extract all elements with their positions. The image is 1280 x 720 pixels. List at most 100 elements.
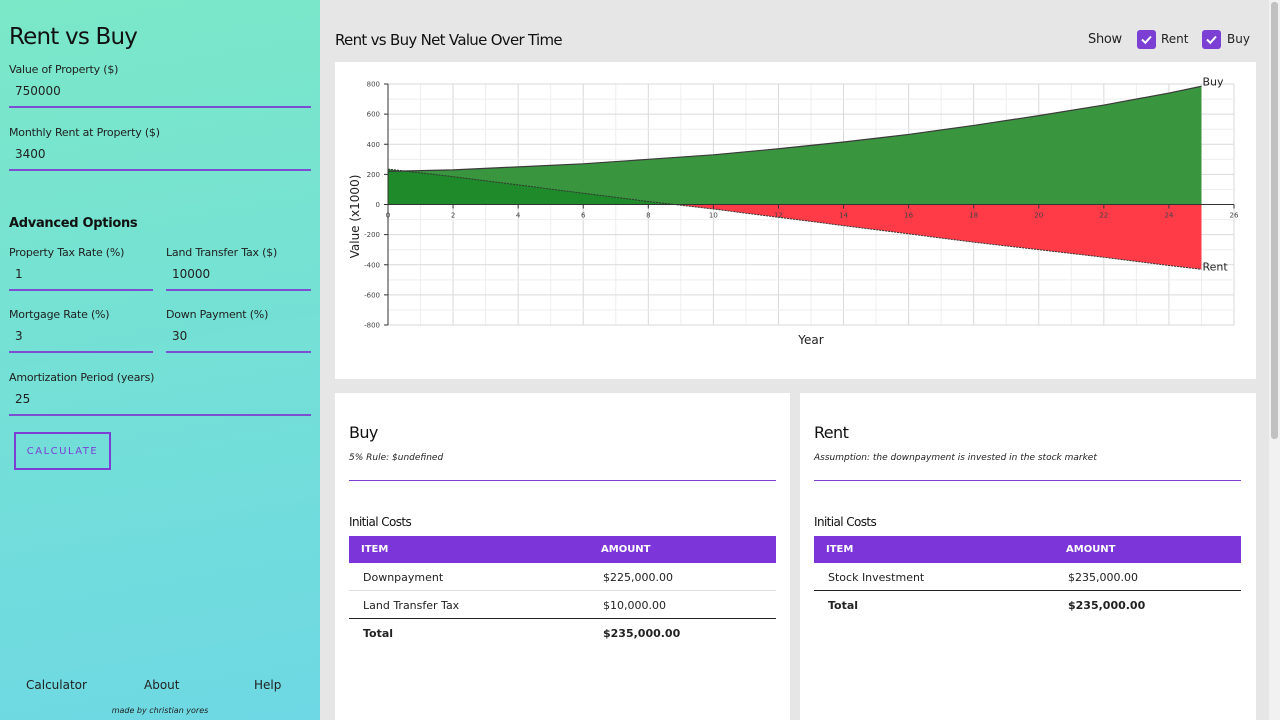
x-tick-label: 24 [1164,212,1173,220]
x-tick-label: 22 [1099,212,1108,220]
net-value-chart: 0 2 4 6 8 10 12 14 16 18 20 22 24 268006004002000-200… [348,75,1239,347]
buy-checkbox-label: Buy [1227,32,1250,46]
land-transfer-label: Land Transfer Tax ($) [166,246,278,259]
nav-help[interactable]: Help [254,678,281,692]
mortgage-rate-input[interactable] [9,329,153,353]
x-tick-label: 8 [646,212,650,220]
x-tick-label: 6 [581,212,586,220]
row-item: Land Transfer Tax [363,599,460,612]
buy-panel-subtitle: 5% Rule: $undefined [349,453,444,463]
advanced-options-heading: Advanced Options [9,216,138,231]
chart-title: Rent vs Buy Net Value Over Time [335,31,563,49]
property-value-input[interactable] [9,84,311,108]
nav-calculator[interactable]: Calculator [26,678,87,692]
monthly-rent-input[interactable] [9,147,311,171]
total-amount: $235,000.00 [603,627,681,640]
buy-initial-costs-heading: Initial Costs [349,515,412,529]
monthly-rent-label: Monthly Rent at Property ($) [9,126,160,139]
rent-panel: Rent Assumption: the downpayment is inve… [800,393,1256,720]
sidebar: Rent vs Buy Value of Property ($) Monthl… [0,0,320,720]
credit-text: made by christian yores [111,706,209,715]
rent-panel-subtitle: Assumption: the downpayment is invested … [814,453,1097,463]
row-item: Stock Investment [828,571,925,584]
nav-about[interactable]: About [144,678,179,692]
land-transfer-input[interactable] [166,267,311,291]
y-tick-label: 0 [376,201,380,209]
buy-col-amount: AMOUNT [601,544,651,555]
rent-col-item: ITEM [826,544,854,555]
x-tick-label: 16 [904,212,913,220]
property-tax-label: Property Tax Rate (%) [9,246,125,259]
table-row: Downpayment $225,000.00 [349,563,776,591]
rent-table-header: ITEM AMOUNT [814,536,1241,563]
y-tick-label: -600 [364,291,380,299]
x-tick-label: 0 [386,212,390,220]
buy-col-item: ITEM [361,544,389,555]
property-value-label: Value of Property ($) [9,63,119,76]
y-tick-label: -800 [364,322,380,330]
row-amount: $10,000.00 [603,599,666,612]
y-axis-label: Value (x1000) [348,175,362,259]
down-payment-input[interactable] [166,329,311,353]
buy-series-label: Buy [1202,75,1224,88]
table-row: Land Transfer Tax $10,000.00 [349,591,776,619]
check-icon [1141,35,1152,45]
mortgage-rate-label: Mortgage Rate (%) [9,308,110,321]
rent-col-amount: AMOUNT [1066,544,1116,555]
calculate-button[interactable]: CALCULATE [14,432,111,470]
rent-panel-title: Rent [814,423,849,442]
x-tick-label: 18 [969,212,978,220]
y-tick-label: 200 [367,171,380,179]
x-tick-label: 4 [516,212,521,220]
x-tick-label: 26 [1230,212,1239,220]
land-transfer-field: Land Transfer Tax ($) [166,246,311,291]
buy-panel-title: Buy [349,423,378,442]
property-value-field: Value of Property ($) [9,63,311,108]
rent-checkbox[interactable] [1137,30,1156,49]
amortization-label: Amortization Period (years) [9,371,155,384]
buy-checkbox[interactable] [1202,30,1221,49]
x-tick-label: 12 [774,212,783,220]
buy-panel-divider [349,480,776,481]
check-icon [1206,35,1217,45]
show-label: Show [1088,32,1122,47]
amortization-input[interactable] [9,392,311,416]
total-label: Total [828,599,859,612]
page-scrollbar[interactable] [1269,0,1280,720]
y-tick-label: 600 [367,111,380,119]
total-label: Total [363,627,394,640]
y-tick-label: -200 [364,231,380,239]
x-tick-label: 2 [451,212,455,220]
rent-checkbox-label: Rent [1161,32,1189,46]
row-item: Downpayment [363,571,444,584]
table-row: Stock Investment $235,000.00 [814,563,1241,591]
scrollbar-thumb[interactable] [1271,2,1278,439]
x-tick-label: 10 [709,212,718,220]
x-tick-label: 20 [1034,212,1043,220]
buy-panel: Buy 5% Rule: $undefined Initial Costs IT… [335,393,790,720]
down-payment-label: Down Payment (%) [166,308,269,321]
x-tick-label: 14 [839,212,848,220]
total-amount: $235,000.00 [1068,599,1146,612]
mortgage-rate-field: Mortgage Rate (%) [9,308,153,353]
row-amount: $225,000.00 [603,571,673,584]
app-title-text: Rent vs Buy [9,24,138,50]
table-total-row: Total $235,000.00 [814,590,1241,618]
row-amount: $235,000.00 [1068,571,1138,584]
monthly-rent-field: Monthly Rent at Property ($) [9,126,311,171]
app-title: Rent vs Buy [5,22,138,52]
down-payment-field: Down Payment (%) [166,308,311,353]
buy-table-header: ITEM AMOUNT [349,536,776,563]
rent-initial-costs-heading: Initial Costs [814,515,877,529]
chart-card: 0 2 4 6 8 10 12 14 16 18 20 22 24 26 800 600 400 200 0 -200… [335,62,1256,379]
rent-series-label: Rent [1202,260,1228,273]
amortization-field: Amortization Period (years) [9,371,311,416]
table-total-row: Total $235,000.00 [349,618,776,646]
x-axis-label: Year [797,333,823,347]
rent-panel-divider [814,480,1241,481]
y-tick-label: 400 [367,141,380,149]
y-tick-label: 800 [367,81,380,89]
property-tax-input[interactable] [9,267,153,291]
y-tick-label: -400 [364,261,380,269]
property-tax-field: Property Tax Rate (%) [9,246,153,291]
